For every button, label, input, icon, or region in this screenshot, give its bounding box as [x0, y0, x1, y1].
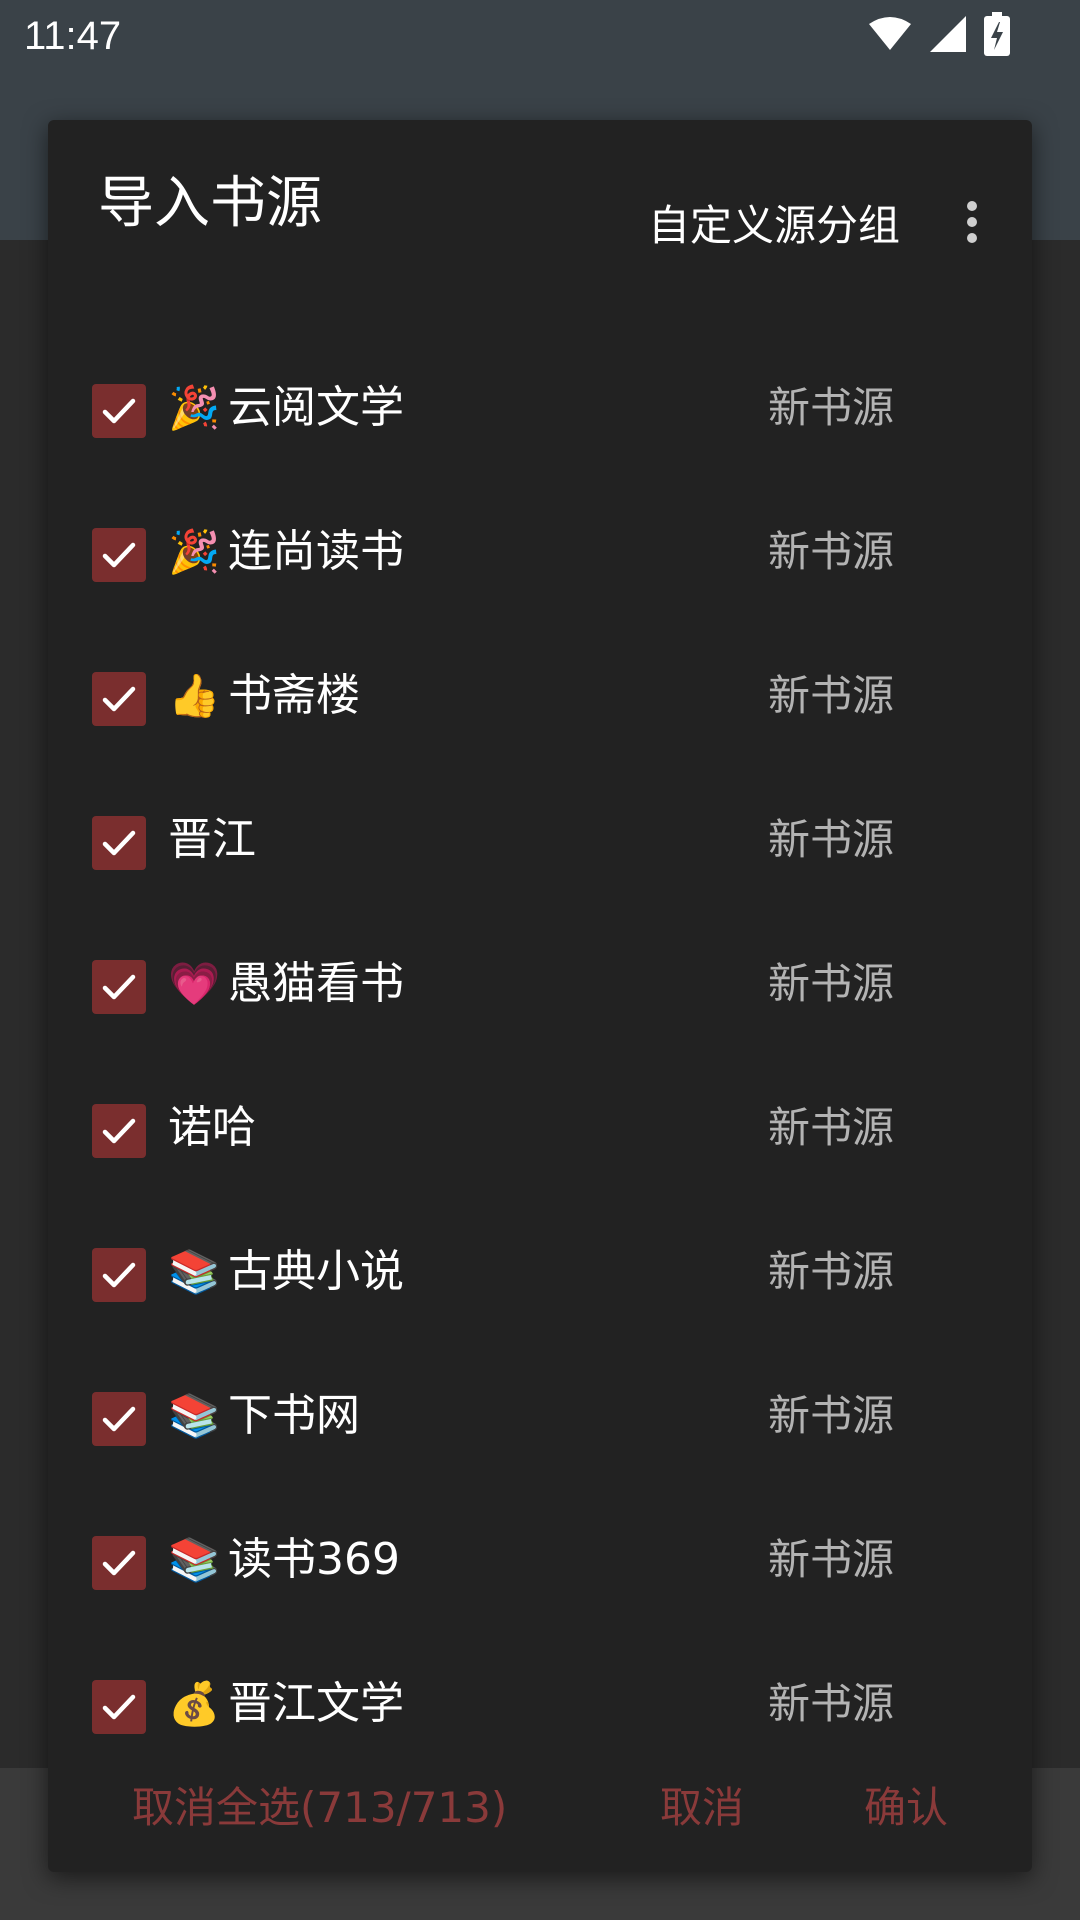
source-name: 古典小说 [228, 1246, 404, 1297]
check-icon [102, 686, 136, 712]
import-source-dialog: 导入书源 自定义源分组 🎉 云阅文学 新书源 🎉 连尚读书 新书源 👍 书斋楼 … [48, 120, 1032, 1872]
check-icon [102, 1118, 136, 1144]
party-popper-emoji-icon: 🎉 [168, 383, 221, 432]
source-name: 云阅文学 [228, 382, 404, 433]
source-name: 晋江文学 [228, 1678, 404, 1729]
source-name: 诺哈 [168, 1102, 256, 1153]
source-status: 新书源 [768, 959, 895, 1008]
source-status: 新书源 [768, 1391, 895, 1440]
battery-charging-icon [984, 12, 1010, 60]
heart-emoji-icon: 💗 [168, 959, 221, 1008]
money-bag-emoji-icon: 💰 [168, 1679, 221, 1728]
source-status: 新书源 [768, 1535, 895, 1584]
check-icon [102, 1406, 136, 1432]
source-name: 连尚读书 [228, 526, 404, 577]
checkbox-checked[interactable] [92, 1536, 146, 1590]
list-item[interactable]: 📚 古典小说 新书源 [48, 1200, 1032, 1344]
check-icon [102, 974, 136, 1000]
source-name: 下书网 [228, 1390, 360, 1441]
check-icon [102, 398, 136, 424]
list-item[interactable]: 👍 书斋楼 新书源 [48, 624, 1032, 768]
list-item[interactable]: 晋江 新书源 [48, 768, 1032, 912]
party-popper-emoji-icon: 🎉 [168, 527, 221, 576]
signal-icon [928, 14, 968, 58]
check-icon [102, 1694, 136, 1720]
check-icon [102, 542, 136, 568]
wifi-icon [868, 16, 912, 56]
source-status: 新书源 [768, 527, 895, 576]
list-item[interactable]: 诺哈 新书源 [48, 1056, 1032, 1200]
list-item[interactable]: 🎉 连尚读书 新书源 [48, 480, 1032, 624]
dialog-footer: 取消全选(713/713) 取消 确认 [48, 1748, 1032, 1872]
checkbox-checked[interactable] [92, 960, 146, 1014]
checkbox-checked[interactable] [92, 672, 146, 726]
more-vert-icon[interactable] [952, 172, 992, 272]
confirm-button[interactable]: 确认 [864, 1768, 948, 1848]
checkbox-checked[interactable] [92, 816, 146, 870]
custom-group-button[interactable]: 自定义源分组 [618, 172, 930, 272]
source-status: 新书源 [768, 1247, 895, 1296]
checkbox-checked[interactable] [92, 1248, 146, 1302]
checkbox-checked[interactable] [92, 1392, 146, 1446]
source-name: 愚猫看书 [228, 958, 404, 1009]
thumbs-up-emoji-icon: 👍 [168, 671, 221, 720]
books-emoji-icon: 📚 [168, 1535, 221, 1584]
status-bar: 11:47 [0, 0, 1080, 72]
source-status: 新书源 [768, 1103, 895, 1152]
dialog-title: 导入书源 [98, 171, 322, 236]
check-icon [102, 1262, 136, 1288]
list-item[interactable]: 📚 读书369 新书源 [48, 1488, 1032, 1632]
checkbox-checked[interactable] [92, 1680, 146, 1734]
source-status: 新书源 [768, 1679, 895, 1728]
list-item[interactable]: 🎉 云阅文学 新书源 [48, 336, 1032, 480]
source-status: 新书源 [768, 815, 895, 864]
source-status: 新书源 [768, 671, 895, 720]
source-list: 🎉 云阅文学 新书源 🎉 连尚读书 新书源 👍 书斋楼 新书源 晋江 新书源 💗… [48, 336, 1032, 1776]
source-status: 新书源 [768, 383, 895, 432]
source-name: 晋江 [168, 814, 256, 865]
books-emoji-icon: 📚 [168, 1391, 221, 1440]
books-emoji-icon: 📚 [168, 1247, 221, 1296]
deselect-all-button[interactable]: 取消全选(713/713) [132, 1768, 507, 1848]
list-item[interactable]: 💗 愚猫看书 新书源 [48, 912, 1032, 1056]
list-item[interactable]: 📚 下书网 新书源 [48, 1344, 1032, 1488]
check-icon [102, 830, 136, 856]
check-icon [102, 1550, 136, 1576]
checkbox-checked[interactable] [92, 528, 146, 582]
source-name: 书斋楼 [228, 670, 360, 721]
checkbox-checked[interactable] [92, 1104, 146, 1158]
source-name: 读书369 [228, 1534, 400, 1585]
checkbox-checked[interactable] [92, 384, 146, 438]
status-time: 11:47 [24, 14, 122, 58]
status-icons [868, 12, 1010, 60]
cancel-button[interactable]: 取消 [660, 1768, 744, 1848]
